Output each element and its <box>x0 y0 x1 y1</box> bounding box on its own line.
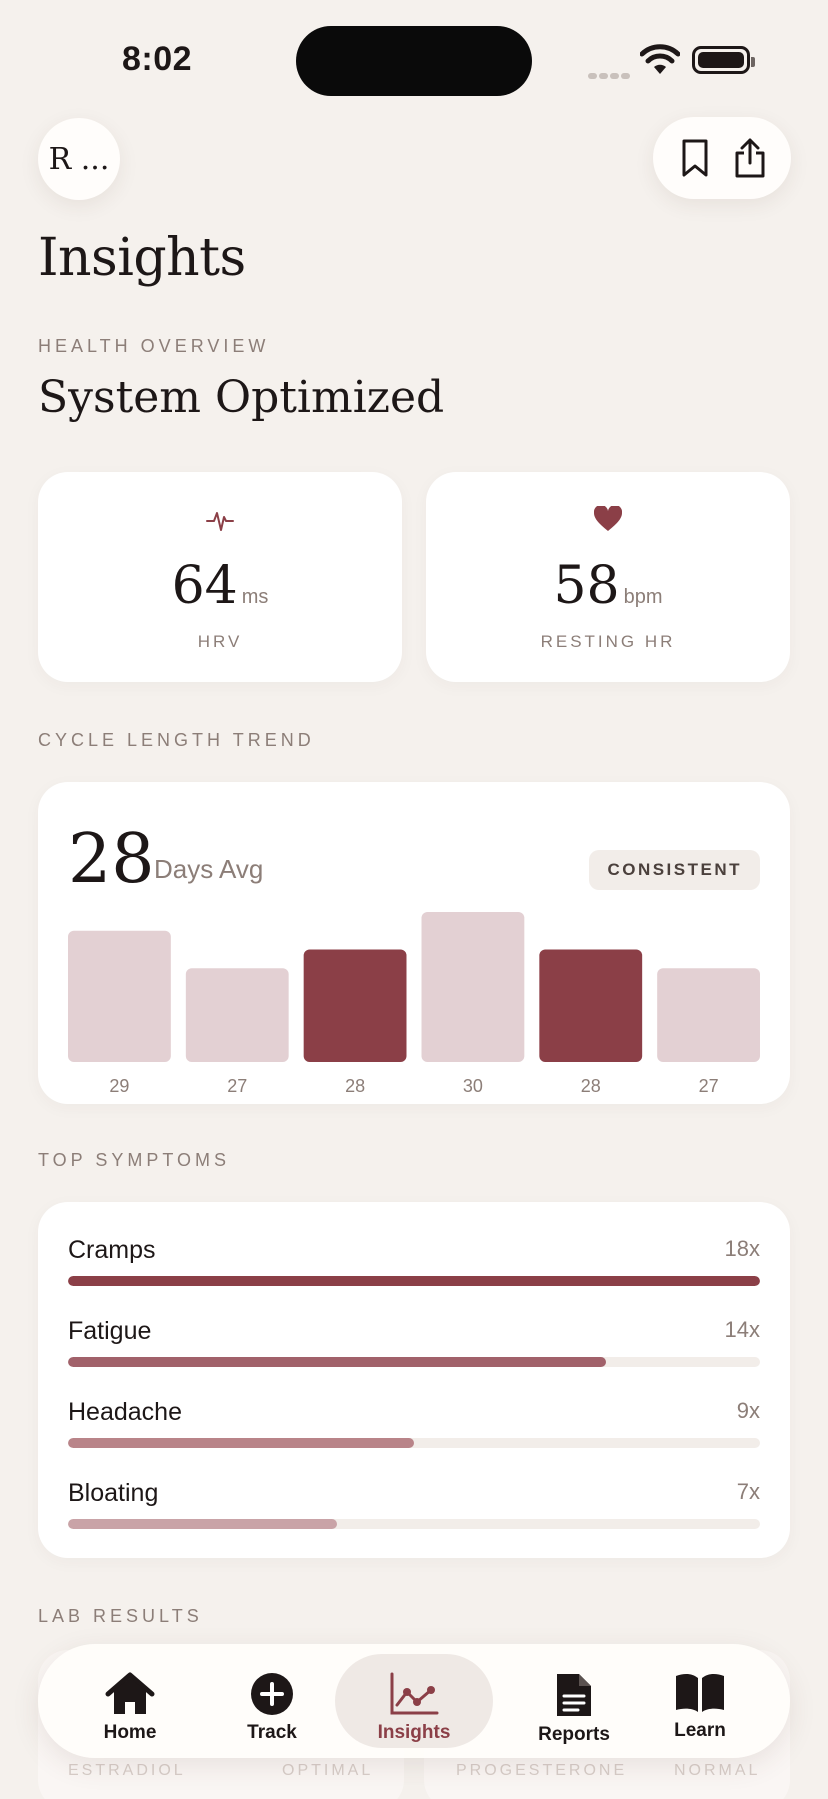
book-icon <box>676 1673 724 1712</box>
dynamic-island <box>296 26 532 96</box>
symptom-count: 9x <box>736 1398 760 1423</box>
cycle-avg-value: 28 <box>68 820 155 899</box>
cycle-bar-label: 27 <box>699 1076 719 1096</box>
hrv-card[interactable]: 64 ms HRV <box>38 472 402 682</box>
cycle-bar-label: 27 <box>227 1076 247 1096</box>
tab-track[interactable]: Track <box>202 1654 342 1748</box>
cycle-avg-label: Days Avg <box>154 854 264 884</box>
avatar[interactable]: R ... <box>38 118 120 200</box>
document-icon <box>557 1674 591 1716</box>
page-title: Insights <box>38 228 246 288</box>
symptom-row[interactable]: Fatigue 14x <box>68 1317 760 1377</box>
symptom-name: Fatigue <box>68 1317 152 1345</box>
top-symptoms-label: TOP SYMPTOMS <box>38 1150 231 1170</box>
avatar-initial: R ... <box>48 141 110 177</box>
resting-hr-unit: bpm <box>623 586 663 608</box>
tab-reports-label: Reports <box>538 1724 610 1745</box>
hrv-value: 64 <box>171 556 238 616</box>
consistency-badge: CONSISTENT <box>589 850 760 890</box>
symptom-bar-fill <box>68 1519 338 1529</box>
cycle-bar[interactable] <box>421 912 525 1062</box>
symptom-bar-track <box>68 1276 760 1286</box>
share-button[interactable] <box>728 136 772 180</box>
cycle-bar[interactable] <box>657 968 760 1062</box>
battery-icon <box>692 46 755 74</box>
tab-home-label: Home <box>103 1722 157 1743</box>
lab-name-estradiol: ESTRADIOL <box>68 1762 186 1779</box>
symptom-bar-track <box>68 1519 760 1529</box>
symptom-bar-fill <box>68 1276 760 1286</box>
lab-name-progesterone: PROGESTERONE <box>456 1762 628 1779</box>
bookmark-icon <box>682 139 707 177</box>
cycle-bar-label: 29 <box>109 1076 129 1096</box>
symptom-bar-fill <box>68 1357 607 1367</box>
resting-hr-label: RESTING HR <box>540 632 676 651</box>
share-icon <box>735 138 764 178</box>
cycle-bar[interactable] <box>539 949 643 1063</box>
symptom-count: 7x <box>736 1479 760 1504</box>
status-time: 8:02 <box>122 40 193 78</box>
resting-hr-value-row: 58 bpm <box>426 556 790 616</box>
cellular-signal-icon <box>588 66 632 84</box>
symptom-row[interactable]: Headache 9x <box>68 1398 760 1458</box>
status-bar: 8:02 <box>0 0 828 110</box>
pulse-icon <box>206 512 234 531</box>
symptom-row[interactable]: Cramps 18x <box>68 1236 760 1296</box>
cycle-trend-label: CYCLE LENGTH TREND <box>38 730 315 750</box>
lab-results-label: LAB RESULTS <box>38 1606 203 1626</box>
chart-icon <box>390 1672 439 1715</box>
cycle-bar[interactable] <box>303 949 407 1063</box>
bookmark-button[interactable] <box>673 136 717 180</box>
cycle-bar[interactable] <box>68 930 171 1062</box>
header-actions <box>653 117 791 199</box>
hrv-unit: ms <box>241 586 269 608</box>
tab-bar: Home Track Insights Reports Learn <box>38 1644 790 1758</box>
symptom-bar-track <box>68 1438 760 1448</box>
tab-reports[interactable]: Reports <box>504 1654 644 1748</box>
tab-track-label: Track <box>247 1722 297 1743</box>
lab-status-progesterone: NORMAL <box>674 1762 761 1779</box>
resting-hr-card[interactable]: 58 bpm RESTING HR <box>426 472 790 682</box>
hrv-value-row: 64 ms <box>38 556 402 616</box>
tab-insights-label: Insights <box>377 1722 451 1743</box>
wifi-icon <box>640 44 680 74</box>
symptom-count: 14x <box>724 1317 760 1342</box>
cycle-bar-label: 30 <box>463 1076 483 1096</box>
symptom-name: Headache <box>68 1398 182 1426</box>
tab-learn[interactable]: Learn <box>630 1654 770 1748</box>
symptom-bar-fill <box>68 1438 414 1448</box>
symptom-name: Cramps <box>68 1236 156 1264</box>
home-icon <box>105 1672 155 1714</box>
tab-insights[interactable]: Insights <box>335 1654 493 1748</box>
symptom-row[interactable]: Bloating 7x <box>68 1479 760 1539</box>
cycle-trend-card: 28 Days Avg CONSISTENT 29 27 28 30 28 27 <box>38 782 790 1104</box>
heart-icon <box>594 506 622 531</box>
cycle-bar[interactable] <box>185 968 289 1062</box>
health-overview-label: HEALTH OVERVIEW <box>38 336 270 356</box>
cycle-bar-chart: 29 27 28 30 28 27 <box>68 912 760 1096</box>
lab-status-estradiol: OPTIMAL <box>282 1762 374 1779</box>
plus-circle-icon <box>251 1673 293 1715</box>
cycle-bar-label: 28 <box>581 1076 601 1096</box>
symptom-name: Bloating <box>68 1479 159 1507</box>
cycle-bar-label: 28 <box>345 1076 365 1096</box>
symptom-count: 18x <box>724 1236 760 1261</box>
tab-home[interactable]: Home <box>60 1654 200 1748</box>
symptom-bar-track <box>68 1357 760 1367</box>
overview-title: System Optimized <box>38 372 445 423</box>
resting-hr-value: 58 <box>553 556 620 616</box>
symptoms-card: Cramps 18x Fatigue 14x Headache 9x Bloat… <box>38 1202 790 1558</box>
tab-learn-label: Learn <box>674 1720 726 1741</box>
hrv-label: HRV <box>197 632 243 651</box>
